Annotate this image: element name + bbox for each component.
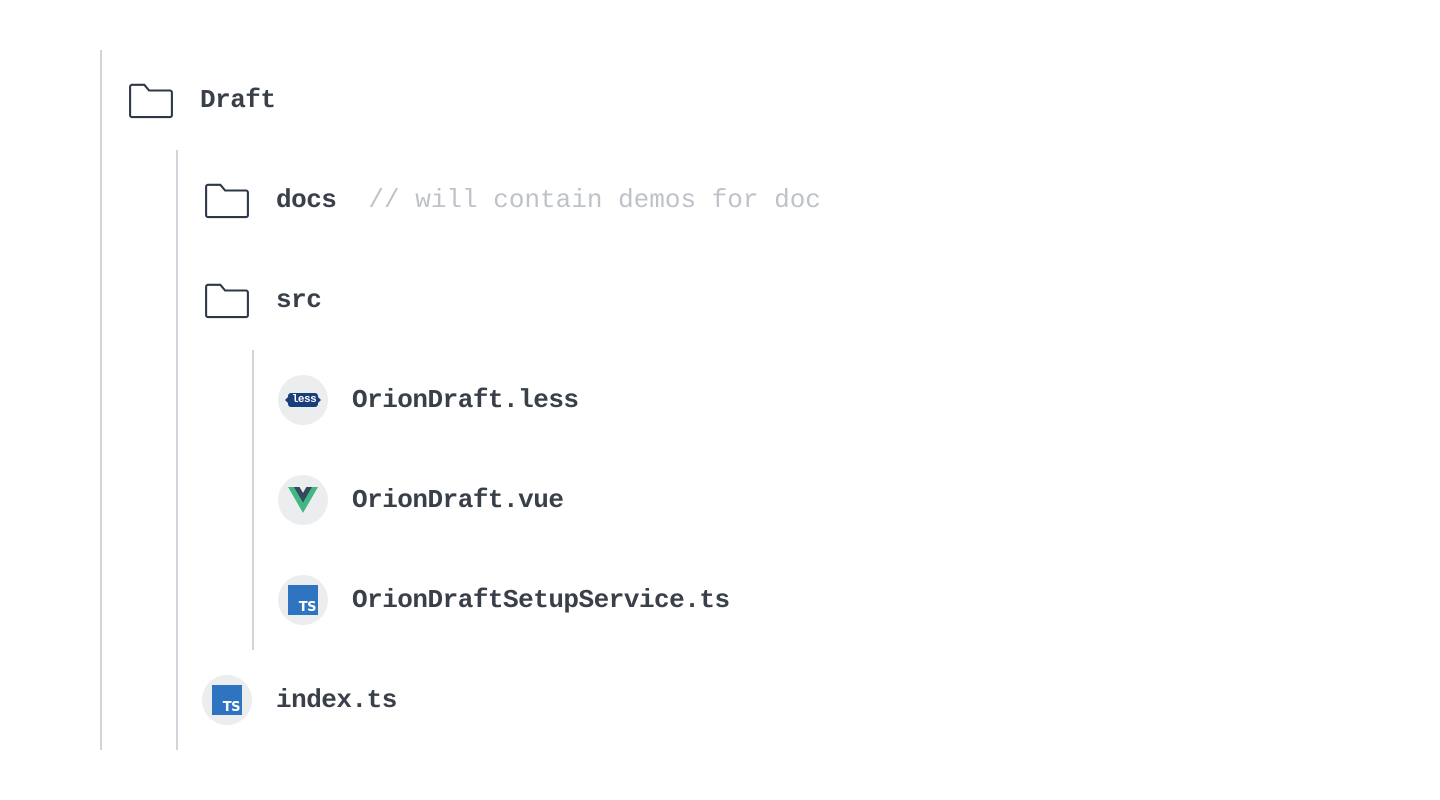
folder-label: docs: [276, 185, 336, 215]
vue-icon: [278, 475, 328, 525]
tree-row-src[interactable]: src: [202, 250, 1440, 350]
tree-row-file[interactable]: OrionDraft.vue: [278, 450, 1440, 550]
folder-icon: [202, 275, 252, 325]
file-label: index.ts: [276, 685, 397, 715]
folder-label: Draft: [200, 85, 276, 115]
tree-node-children: docs // will contain demos for doc src l…: [176, 150, 1440, 750]
file-tree: Draft docs // will contain demos for doc: [0, 0, 1440, 800]
tree-row-file[interactable]: TS index.ts: [202, 650, 1440, 750]
tree-node-src-files: less OrionDraft.less OrionDraft.vue: [252, 350, 1440, 650]
tree-row-docs[interactable]: docs // will contain demos for doc: [202, 150, 1440, 250]
file-label: OrionDraftSetupService.ts: [352, 585, 730, 615]
tree-row-file[interactable]: TS OrionDraftSetupService.ts: [278, 550, 1440, 650]
less-icon: less: [278, 375, 328, 425]
typescript-icon: TS: [202, 675, 252, 725]
tree-row-draft[interactable]: Draft: [126, 50, 1440, 150]
folder-label: src: [276, 285, 321, 315]
tree-row-file[interactable]: less OrionDraft.less: [278, 350, 1440, 450]
file-label: OrionDraft.vue: [352, 485, 563, 515]
folder-icon: [126, 75, 176, 125]
folder-comment: // will contain demos for doc: [368, 185, 820, 215]
file-label: OrionDraft.less: [352, 385, 579, 415]
tree-node-root: Draft docs // will contain demos for doc: [100, 50, 1440, 750]
folder-icon: [202, 175, 252, 225]
typescript-icon: TS: [278, 575, 328, 625]
